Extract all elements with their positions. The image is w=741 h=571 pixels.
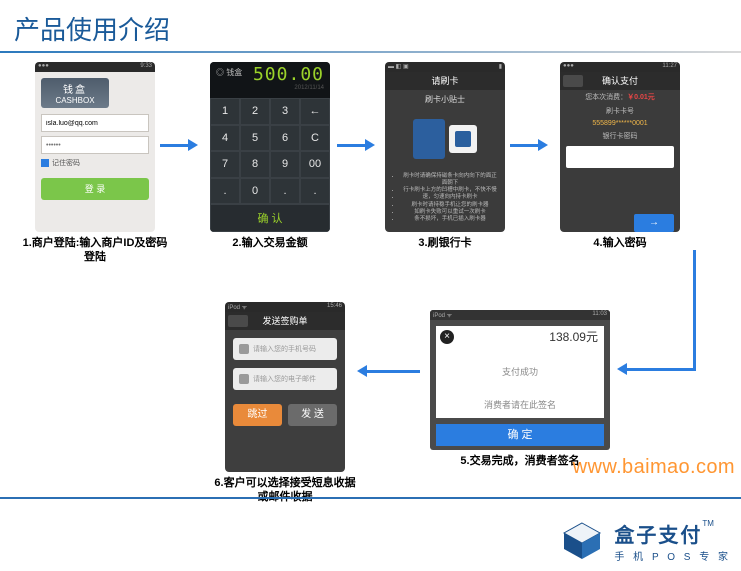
step-6: iPod ᯤ15:46 发送签购单 请输入您的手机号码 请输入您的电子邮件 跳过…: [210, 302, 360, 505]
login-button[interactable]: 登 录: [41, 178, 149, 200]
title-divider: [0, 51, 741, 53]
brand-tagline: 手 机 P O S 专 家: [614, 548, 731, 563]
card-number: 555899******0001: [560, 118, 680, 129]
submit-button[interactable]: →: [634, 214, 674, 232]
note-item: 如刷卡失败可以重试一次刷卡: [401, 209, 499, 216]
card-label: 刷卡卡号: [560, 104, 680, 118]
password-input[interactable]: [41, 136, 149, 154]
swipe-illustration: [385, 109, 505, 169]
caption-1: 1.商户登陆:输入商户ID及密码登陆: [20, 236, 170, 265]
merchant-id-input[interactable]: [41, 114, 149, 132]
signature-prompt: 消费者请在此签名: [436, 398, 604, 411]
remember-checkbox[interactable]: 记住密码: [41, 158, 149, 168]
confirm-title: 确认支付: [560, 72, 680, 90]
email-input[interactable]: 请输入您的电子邮件: [233, 368, 337, 390]
signature-amount: 138.09元: [436, 326, 604, 345]
signature-canvas[interactable]: × 138.09元 支付成功 消费者请在此签名: [436, 326, 604, 418]
send-button[interactable]: 发 送: [288, 404, 337, 426]
caption-3: 3.刷银行卡: [370, 236, 520, 250]
app-logo: 钱盒 CASHBOX: [41, 78, 109, 108]
footer-brand: 盒子支付TM 手 机 P O S 专 家: [560, 519, 731, 563]
password-label: 银行卡密码: [560, 129, 680, 143]
confirm-screen: ●●●11:27 确认支付 您本次消费：￥0.01元 刷卡卡号 555899**…: [560, 62, 680, 232]
caption-2: 2.输入交易金额: [195, 236, 345, 250]
swipe-screen: ▬ ◧ ▣▮ 请刷卡 刷卡小贴士 刷卡时请确保持磁条卡向内向下的面正面朝下 行卡…: [385, 62, 505, 232]
success-text: 支付成功: [436, 365, 604, 378]
step-5: iPod ᯤ11:03 × 138.09元 支付成功 消费者请在此签名 确 定 …: [420, 310, 620, 468]
flow-row-1: ●●●9:33 钱盒 CASHBOX 记住密码 登 录 1.商户登陆:输入商户I…: [20, 62, 720, 282]
password-field[interactable]: [566, 146, 674, 168]
flow-row-2: iPod ᯤ11:03 × 138.09元 支付成功 消费者请在此签名 确 定 …: [0, 310, 741, 510]
note-item: 速，匀速向内持卡刷卡: [401, 194, 499, 201]
footer-divider: [0, 497, 741, 499]
status-bar: iPod ᯤ11:03: [430, 310, 610, 320]
swipe-subtitle: 刷卡小贴士: [385, 90, 505, 109]
note-item: 刷卡时请持稳手机让您的刷卡器: [401, 202, 499, 209]
brand-name: 盒子支付: [614, 525, 702, 547]
brand-logo-icon: [560, 519, 604, 563]
mail-icon: [239, 374, 249, 384]
phone-icon: [239, 344, 249, 354]
page-title: 产品使用介绍: [0, 0, 741, 51]
caption-6: 6.客户可以选择接受短息收据或邮件收据: [210, 476, 360, 505]
reader-icon: [449, 125, 477, 153]
swipe-notes: 刷卡时请确保持磁条卡向内向下的面正面朝下 行卡刷卡上方的凹槽中刷卡，不快不慢 速…: [385, 169, 505, 227]
check-icon: [41, 159, 49, 167]
watermark: www.baimao.com: [573, 456, 735, 479]
selection-outline: [210, 62, 330, 232]
amount-row: 您本次消费：￥0.01元: [560, 90, 680, 104]
phone-input[interactable]: 请输入您的手机号码: [233, 338, 337, 360]
login-screen: ●●●9:33 钱盒 CASHBOX 记住密码 登 录: [35, 62, 155, 232]
back-button[interactable]: [563, 75, 583, 87]
status-bar: ●●●11:27: [560, 62, 680, 72]
step-2: ◎ 钱盒 500.00 2012/11/14 1 2 3 ← 4 5 6 C 7…: [195, 62, 345, 250]
card-icon: [413, 119, 445, 159]
confirm-signature-button[interactable]: 确 定: [436, 424, 604, 446]
receipt-title: 发送签购单: [225, 312, 345, 330]
step-1: ●●●9:33 钱盒 CASHBOX 记住密码 登 录 1.商户登陆:输入商户I…: [20, 62, 170, 265]
status-bar: iPod ᯤ15:46: [225, 302, 345, 312]
step-3: ▬ ◧ ▣▮ 请刷卡 刷卡小贴士 刷卡时请确保持磁条卡向内向下的面正面朝下 行卡…: [370, 62, 520, 250]
back-button[interactable]: [228, 315, 248, 327]
note-item: 条不损坏，手机已插入刷卡器: [401, 216, 499, 223]
signature-screen: iPod ᯤ11:03 × 138.09元 支付成功 消费者请在此签名 确 定: [430, 310, 610, 450]
close-icon[interactable]: ×: [440, 330, 454, 344]
brand-tm: TM: [702, 519, 714, 528]
skip-button[interactable]: 跳过: [233, 404, 282, 426]
note-item: 刷卡时请确保持磁条卡向内向下的面正面朝下: [401, 173, 499, 187]
step-4: ●●●11:27 确认支付 您本次消费：￥0.01元 刷卡卡号 555899**…: [545, 62, 695, 250]
swipe-title: 请刷卡: [385, 72, 505, 90]
caption-4: 4.输入密码: [545, 236, 695, 250]
keypad-screen: ◎ 钱盒 500.00 2012/11/14 1 2 3 ← 4 5 6 C 7…: [210, 62, 330, 232]
arrow-5-6: [365, 370, 420, 373]
status-bar: ▬ ◧ ▣▮: [385, 62, 505, 72]
receipt-screen: iPod ᯤ15:46 发送签购单 请输入您的手机号码 请输入您的电子邮件 跳过…: [225, 302, 345, 472]
status-bar: ●●●9:33: [35, 62, 155, 72]
